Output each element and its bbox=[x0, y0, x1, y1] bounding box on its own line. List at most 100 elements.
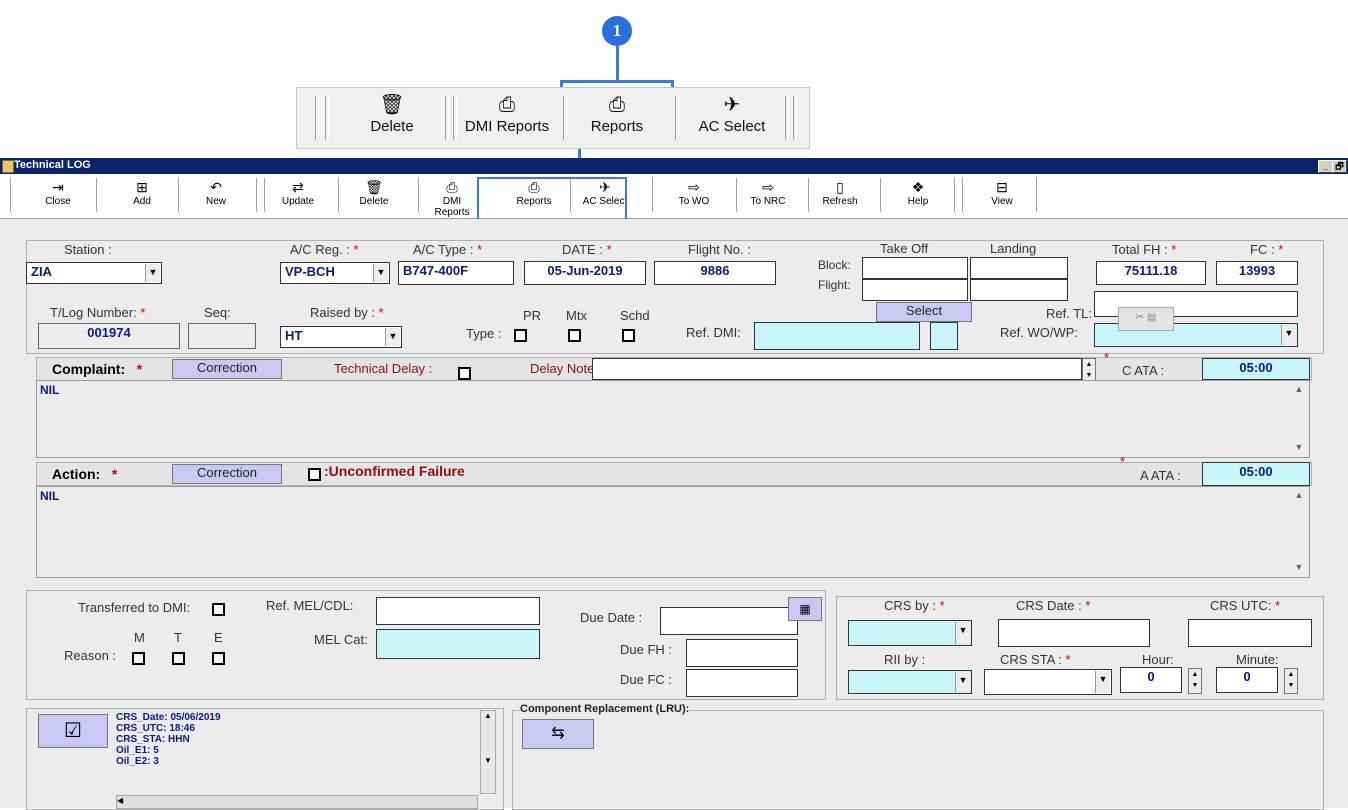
delete-button[interactable]: 🗑 Delete bbox=[352, 178, 396, 216]
delay-note-field[interactable] bbox=[592, 358, 1082, 380]
duedate-label: Due Date : bbox=[580, 610, 643, 625]
melcat-label: MEL Cat: bbox=[314, 632, 368, 647]
reftl-label: Ref. TL: bbox=[1046, 306, 1093, 321]
delay-note-spinner[interactable]: ▲ ▼ bbox=[1082, 358, 1096, 382]
add-record-icon: ⊞ bbox=[136, 179, 148, 195]
crs-info-vscroll[interactable]: ▲ ▼ bbox=[480, 710, 496, 794]
dmi-reports-button[interactable]: ⎙ DMI Reports bbox=[424, 178, 480, 218]
melcat-field[interactable] bbox=[376, 629, 540, 659]
zoom-reports-button[interactable]: ⎙ Reports bbox=[567, 94, 667, 144]
zoom-delete-label: Delete bbox=[370, 118, 414, 135]
landing-block-field[interactable] bbox=[970, 257, 1068, 279]
reason-t-checkbox[interactable] bbox=[172, 652, 185, 665]
crs-info-line: CRS_UTC: 18:46 bbox=[116, 723, 195, 734]
riiby-select[interactable]: ▼ bbox=[848, 670, 972, 694]
refdmi-extra-field[interactable] bbox=[930, 322, 958, 350]
chevron-down-icon: ▼ bbox=[373, 264, 388, 282]
swap-icon[interactable]: ⇆ bbox=[522, 719, 594, 749]
refresh-button[interactable]: ▯ Refresh bbox=[818, 178, 862, 216]
station-select[interactable]: ZIA ▼ bbox=[26, 262, 162, 284]
action-correction-button[interactable]: Correction bbox=[172, 464, 282, 484]
mtx-label: Mtx bbox=[566, 308, 587, 323]
landing-flight-field[interactable] bbox=[970, 279, 1068, 301]
maximize-button[interactable]: 🗗 bbox=[1332, 160, 1347, 173]
crsdate-label: CRS Date : * bbox=[1016, 598, 1091, 613]
to-nrc-button[interactable]: ⇨ To NRC bbox=[746, 178, 790, 216]
minimize-button[interactable]: _ bbox=[1318, 160, 1333, 173]
duedate-field[interactable] bbox=[660, 607, 798, 635]
scroll-down-icon[interactable]: ▼ bbox=[1293, 442, 1305, 452]
crs-info-hscroll[interactable]: ◀ bbox=[116, 795, 478, 809]
zoom-dmi-reports-button[interactable]: ⎙ DMI Reports bbox=[457, 94, 557, 144]
complaint-correction-button[interactable]: Correction bbox=[172, 359, 282, 379]
raised-select[interactable]: HT ▼ bbox=[280, 326, 402, 348]
scroll-down-icon[interactable]: ▼ bbox=[1293, 562, 1305, 572]
reason-e-checkbox[interactable] bbox=[212, 652, 225, 665]
calendar-icon[interactable]: ▦ bbox=[788, 597, 822, 621]
refmel-field[interactable] bbox=[376, 597, 540, 625]
crsutc-field[interactable] bbox=[1188, 619, 1312, 647]
refdmi-field[interactable] bbox=[754, 322, 920, 350]
duefh-field[interactable] bbox=[686, 639, 798, 667]
select-button[interactable]: Select bbox=[876, 302, 972, 322]
chevron-down-icon: ▼ bbox=[1095, 671, 1110, 693]
transferred-checkbox[interactable] bbox=[212, 603, 225, 616]
help-button[interactable]: ❖ Help bbox=[898, 178, 938, 216]
hour-field[interactable]: 0 bbox=[1120, 667, 1182, 693]
tech-delay-checkbox[interactable] bbox=[458, 367, 471, 380]
acreg-value: VP-BCH bbox=[285, 264, 335, 279]
flight-row-label: Flight: bbox=[818, 278, 851, 292]
view-button[interactable]: ⊟ View bbox=[982, 178, 1022, 216]
hour-spinner[interactable]: ▲ ▼ bbox=[1188, 668, 1202, 694]
c-ata-field[interactable]: 05:00 bbox=[1202, 358, 1310, 380]
pr-checkbox[interactable] bbox=[514, 329, 527, 342]
crssta-select[interactable]: ▼ bbox=[984, 669, 1112, 695]
acreg-select[interactable]: VP-BCH ▼ bbox=[280, 262, 390, 284]
tlog-label: T/Log Number: * bbox=[50, 305, 146, 320]
new-button[interactable]: ↶ New bbox=[196, 178, 236, 216]
duefc-field[interactable] bbox=[686, 669, 798, 697]
minute-spinner[interactable]: ▲ ▼ bbox=[1284, 668, 1298, 694]
callout-bracket bbox=[560, 80, 674, 83]
complaint-text[interactable]: NIL bbox=[36, 380, 1310, 458]
unconfirmed-label: :Unconfirmed Failure bbox=[324, 463, 465, 479]
add-button[interactable]: ⊞ Add bbox=[124, 178, 160, 216]
fc-field[interactable]: 13993 bbox=[1216, 261, 1298, 285]
totalfh-field[interactable]: 75111.18 bbox=[1096, 261, 1206, 285]
update-button[interactable]: ⇄ Update bbox=[276, 178, 320, 216]
zoom-ac-select-button[interactable]: ✈ AC Select bbox=[682, 94, 782, 144]
crsby-select[interactable]: ▼ bbox=[848, 620, 972, 646]
flight-field[interactable]: 9886 bbox=[654, 261, 776, 285]
takeoff-block-field[interactable] bbox=[862, 257, 968, 279]
crssta-label: CRS STA : * bbox=[1000, 652, 1071, 667]
actype-field[interactable]: B747-400F bbox=[398, 261, 514, 285]
close-button[interactable]: ⇥ Close bbox=[40, 178, 76, 216]
reason-m-checkbox[interactable] bbox=[132, 652, 145, 665]
unconfirmed-checkbox[interactable] bbox=[308, 468, 321, 481]
crsutc-label: CRS UTC: * bbox=[1210, 598, 1281, 613]
zoom-delete-button[interactable]: 🗑 Delete bbox=[347, 94, 437, 144]
crs-info-line: Oil_E2: 3 bbox=[116, 756, 159, 767]
schd-label: Schd bbox=[620, 308, 650, 323]
actype-label: A/C Type : * bbox=[413, 242, 483, 257]
seq-label: Seq: bbox=[204, 305, 231, 320]
mtx-checkbox[interactable] bbox=[568, 329, 581, 342]
a-ata-field[interactable]: 05:00 bbox=[1202, 462, 1310, 486]
scroll-up-icon[interactable]: ▲ bbox=[1293, 384, 1305, 394]
crsdate-label-text: CRS Date : bbox=[1016, 598, 1082, 613]
scroll-up-icon[interactable]: ▲ bbox=[1293, 490, 1305, 500]
takeoff-flight-field[interactable] bbox=[862, 279, 968, 301]
date-field[interactable]: 05-Jun-2019 bbox=[524, 261, 646, 285]
duefc-label: Due FC : bbox=[620, 672, 673, 687]
action-text[interactable]: NIL bbox=[36, 486, 1310, 578]
actype-label-text: A/C Type : bbox=[413, 242, 474, 257]
main-toolbar: ⇥ Close ⊞ Add ↶ New ⇄ Update 🗑 Delete ⎙ DMI Re… bbox=[0, 174, 1348, 219]
schd-checkbox[interactable] bbox=[622, 329, 635, 342]
tlog-field: 001974 bbox=[38, 323, 180, 349]
minute-field[interactable]: 0 bbox=[1216, 667, 1278, 693]
cut-paste-icon[interactable]: ✂ ▤ bbox=[1118, 307, 1174, 331]
zoom-dmi-reports-label: DMI Reports bbox=[464, 118, 550, 135]
to-wo-button[interactable]: ⇨ To WO bbox=[672, 178, 716, 216]
crsdate-field[interactable] bbox=[998, 619, 1150, 647]
clipboard-check-icon[interactable]: ☑ bbox=[38, 714, 108, 748]
